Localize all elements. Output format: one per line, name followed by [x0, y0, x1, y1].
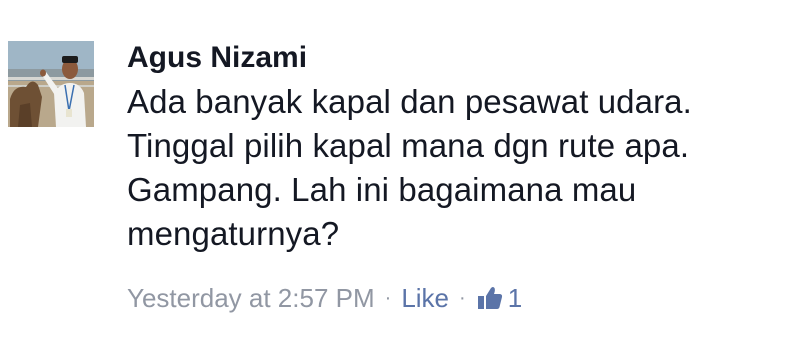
comment-text-line: Ada banyak kapal dan pesawat udara. — [127, 83, 692, 120]
comment: Agus Nizami Ada banyak kapal dan pesawat… — [0, 0, 800, 341]
comment-text-line: Gampang. Lah ini bagaimana mau — [127, 171, 637, 208]
like-count-link[interactable]: 1 — [476, 283, 522, 314]
like-count: 1 — [507, 282, 523, 313]
thumbs-up-icon — [476, 284, 504, 312]
separator-dot: · — [459, 286, 466, 309]
author-name[interactable]: Agus Nizami — [127, 40, 787, 76]
comment-meta: Yesterday at 2:57 PM · Like · 1 — [127, 280, 522, 316]
avatar[interactable] — [8, 41, 94, 127]
comment-text-line: Tinggal pilih kapal mana dgn rute apa. — [127, 127, 690, 164]
avatar-photo — [8, 41, 94, 127]
comment-body: Agus Nizami Ada banyak kapal dan pesawat… — [127, 40, 787, 256]
like-button[interactable]: Like — [401, 283, 449, 314]
comment-text-line: mengaturnya? — [127, 215, 340, 252]
timestamp[interactable]: Yesterday at 2:57 PM — [127, 283, 375, 314]
separator-dot: · — [384, 286, 392, 309]
comment-text: Ada banyak kapal dan pesawat udara. Ting… — [127, 80, 787, 256]
